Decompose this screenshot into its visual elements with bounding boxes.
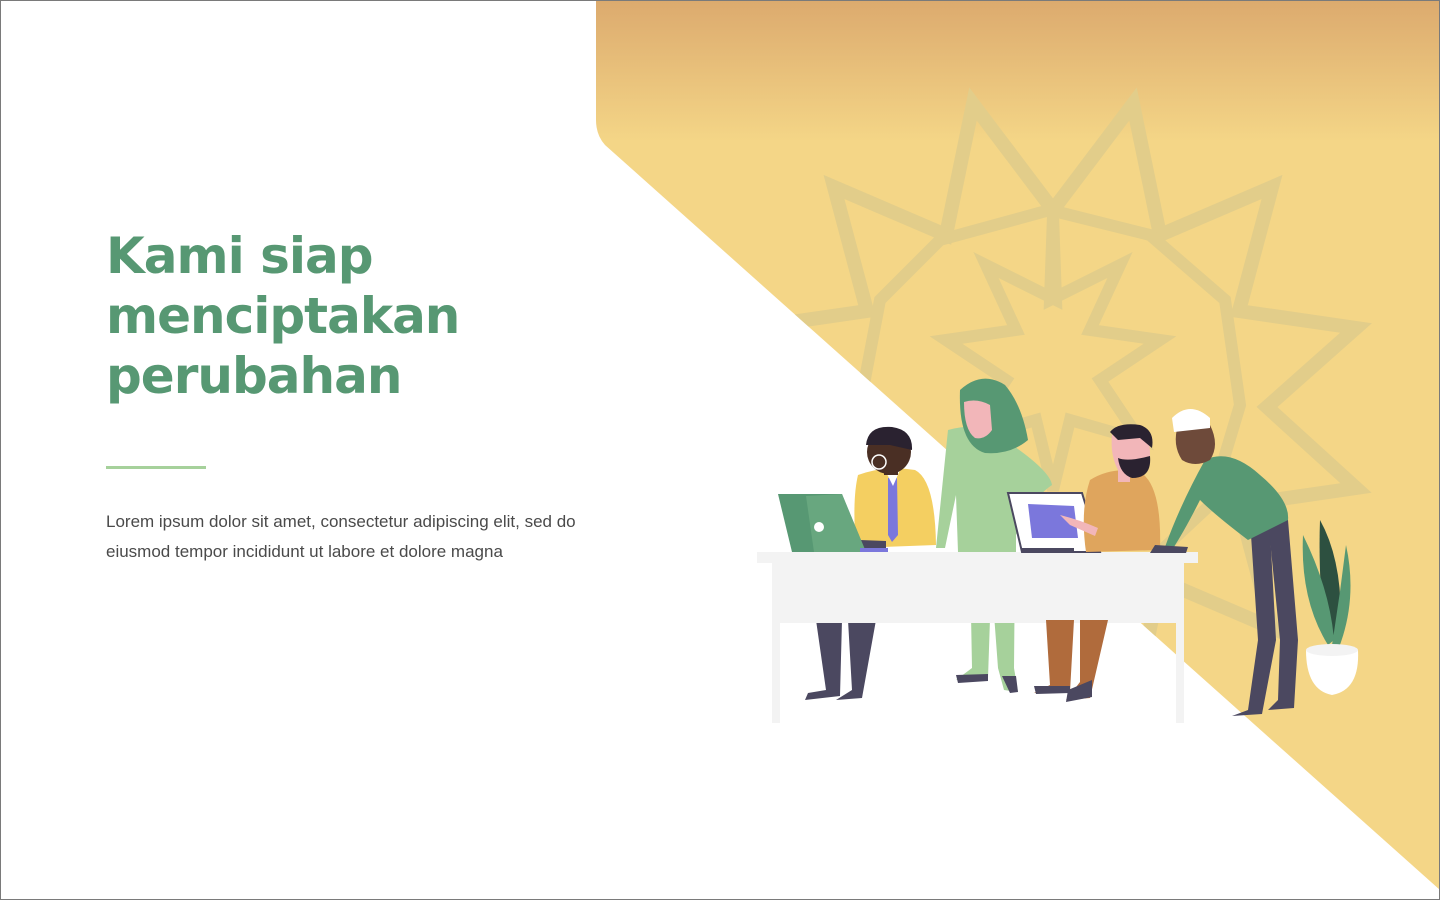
hero-divider	[106, 466, 206, 469]
hero-body-text: Lorem ipsum dolor sit amet, consectetur …	[106, 512, 576, 561]
hero-section: Kami siap menciptakan perubahan Lorem ip…	[106, 226, 626, 567]
hero-title: Kami siap menciptakan perubahan	[106, 227, 460, 405]
